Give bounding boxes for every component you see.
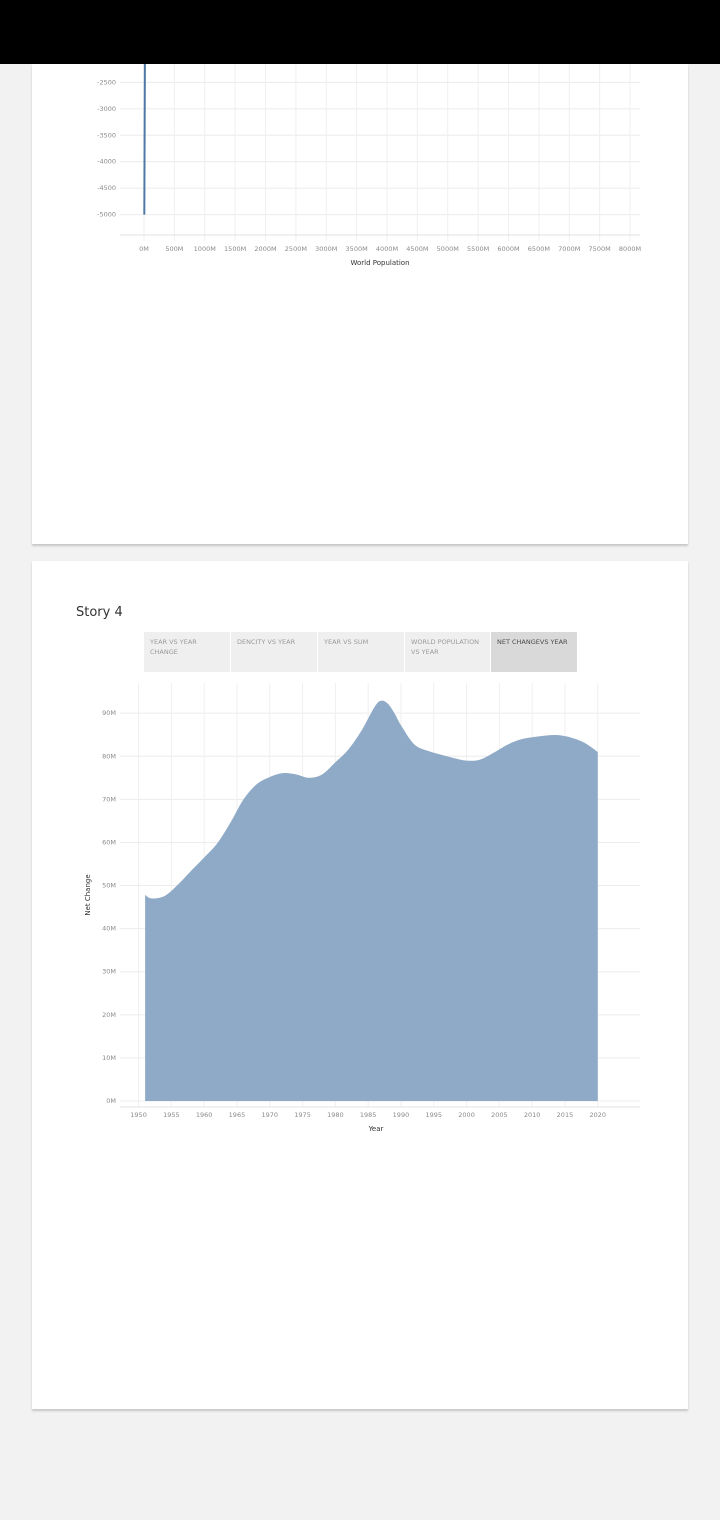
chart1-x-tick: 0M <box>139 245 149 253</box>
chart1-x-tick: 7000M <box>558 245 580 253</box>
chart2-x-tick: 1980 <box>327 1111 344 1119</box>
chart1-x-tick: 500M <box>165 245 183 253</box>
chart1-x-tick: 4000M <box>376 245 398 253</box>
chart1-plot: -2500 -3000 -3500 -4000 -4500 -5000 0M 500M 1000… <box>97 64 641 267</box>
dashboard-card-world-population: -2500 -3000 -3500 -4000 -4500 -5000 0M 500M 1000… <box>32 64 688 544</box>
chart2-x-tick: 1950 <box>130 1111 147 1119</box>
chart2-x-tick: 1995 <box>425 1111 442 1119</box>
chart2-x-tick: 2010 <box>524 1111 541 1119</box>
chart1-x-tick: 7500M <box>589 245 611 253</box>
chart2-x-tick: 2015 <box>557 1111 574 1119</box>
dashboard-card-story-4: Story 4 YEAR VS YEAR CHANGE DENCITY VS Y… <box>32 561 688 1409</box>
chart2-y-tick: 20M <box>102 1011 116 1019</box>
chart1-series-line <box>143 64 146 215</box>
top-bar <box>0 0 720 64</box>
chart1-x-tick: 6500M <box>528 245 550 253</box>
chart2-x-axis-title: Year <box>368 1125 384 1133</box>
chart1-x-tick: 1000M <box>194 245 216 253</box>
chart2-x-tick: 2000 <box>458 1111 475 1119</box>
chart2-y-tick: 50M <box>102 882 116 890</box>
chart2-x-tick: 1970 <box>261 1111 278 1119</box>
chart2-x-tick: 1965 <box>229 1111 246 1119</box>
chart1-y-tick: -4500 <box>97 184 116 192</box>
chart2-x-tick: 2020 <box>589 1111 606 1119</box>
chart1-x-tick: 5500M <box>467 245 489 253</box>
chart2-y-tick: 60M <box>102 838 116 846</box>
net-change-vs-population-chart: -2500 -3000 -3500 -4000 -4500 -5000 0M 500M 1000… <box>97 64 641 267</box>
chart1-x-tick: 2000M <box>254 245 276 253</box>
chart1-y-tick: -3000 <box>97 105 116 113</box>
chart1-x-tick: 3500M <box>346 245 368 253</box>
chart2-x-tick: 1990 <box>393 1111 410 1119</box>
chart2-x-tick: 1955 <box>163 1111 180 1119</box>
chart2-area-series <box>145 700 598 1101</box>
chart2-y-tick: 0M <box>106 1097 116 1105</box>
chart1-x-tick: 1500M <box>224 245 246 253</box>
chart2-y-tick: 10M <box>102 1054 116 1062</box>
chart1-x-tick: 6000M <box>497 245 519 253</box>
chart2-y-tick: 40M <box>102 925 116 933</box>
chart1-x-tick: 3000M <box>315 245 337 253</box>
chart2-x-tick: 1960 <box>196 1111 213 1119</box>
chart1-x-tick: 8000M <box>619 245 641 253</box>
chart2-x-tick: 1975 <box>294 1111 311 1119</box>
chart2-y-tick: 80M <box>102 752 116 760</box>
chart2-plot: 0M 10M 20M 30M 40M 50M 60M 70M 80M 90M 1950 1955 196… <box>84 683 640 1133</box>
chart2-y-tick: 30M <box>102 968 116 976</box>
chart2-x-tick: 2005 <box>491 1111 508 1119</box>
chart2-x-tick: 1985 <box>360 1111 377 1119</box>
chart1-x-tick: 4500M <box>406 245 428 253</box>
chart1-y-tick: -4000 <box>97 158 116 166</box>
chart1-x-axis-title: World Population <box>350 259 409 267</box>
chart2-y-axis-title: Net Change <box>84 874 92 915</box>
chart2-y-tick: 90M <box>102 709 116 717</box>
chart1-y-tick: -5000 <box>97 211 116 219</box>
chart1-x-tick: 2500M <box>285 245 307 253</box>
chart1-y-tick: -3500 <box>97 131 116 139</box>
chart1-y-tick: -2500 <box>97 78 116 86</box>
net-change-vs-year-chart: 0M 10M 20M 30M 40M 50M 60M 70M 80M 90M 1950 1955 196… <box>84 683 640 1133</box>
chart2-y-tick: 70M <box>102 795 116 803</box>
chart1-x-tick: 5000M <box>437 245 459 253</box>
